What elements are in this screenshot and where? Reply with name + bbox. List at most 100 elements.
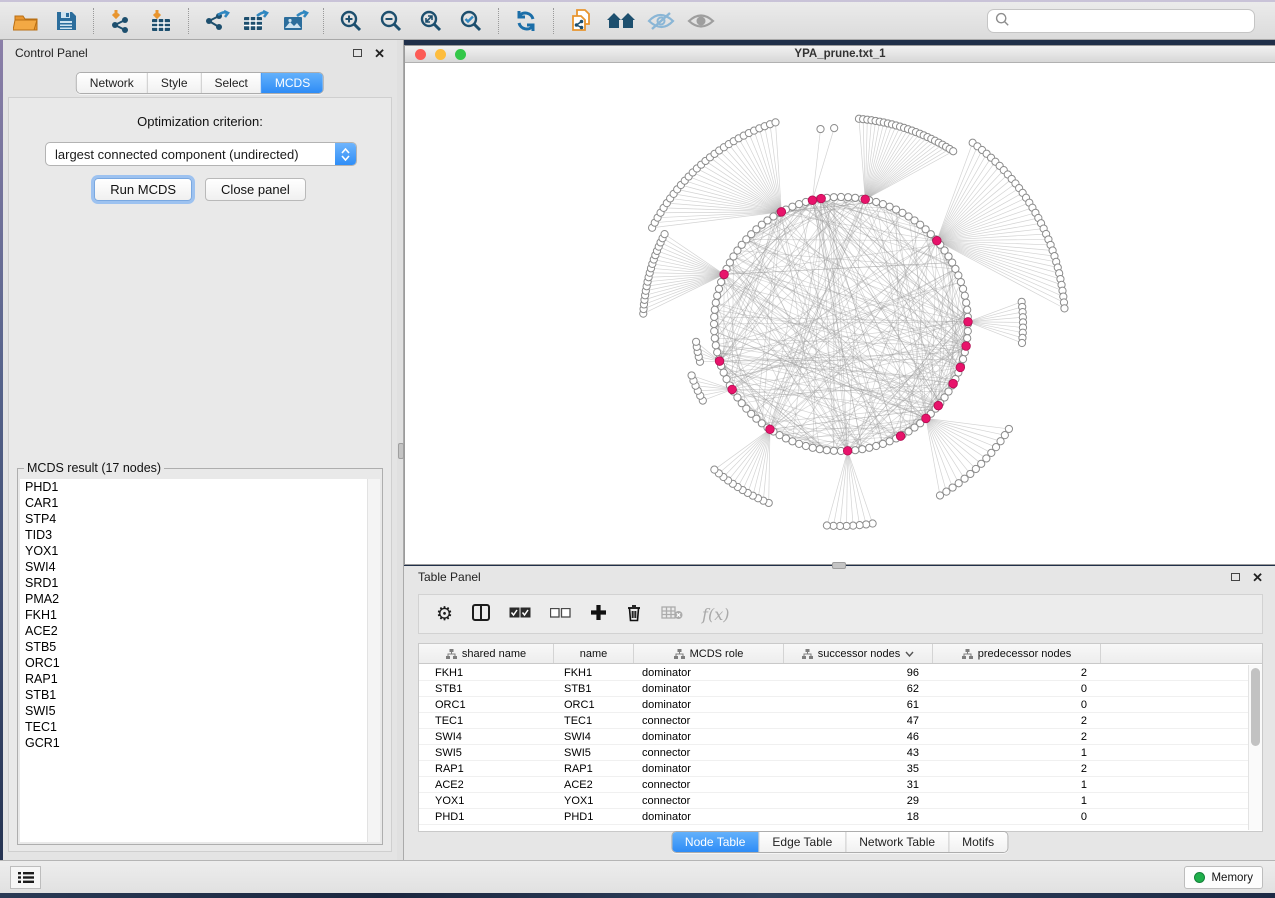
- column-header-label: MCDS role: [690, 648, 744, 660]
- zoom-selected-icon[interactable]: [451, 5, 491, 37]
- close-panel-button[interactable]: Close panel: [205, 178, 306, 201]
- search-field[interactable]: [987, 9, 1255, 33]
- table-cell: 31: [784, 779, 933, 791]
- optimization-criterion-select[interactable]: largest connected component (undirected): [45, 142, 357, 166]
- table-cell: ACE2: [554, 779, 634, 791]
- column-header-successor-nodes[interactable]: successor nodes: [784, 644, 933, 663]
- table-row[interactable]: STB1STB1dominator620: [419, 681, 1248, 697]
- result-node-item[interactable]: RAP1: [20, 671, 380, 687]
- network-window-titlebar[interactable]: YPA_prune.txt_1: [405, 46, 1275, 63]
- result-node-item[interactable]: GCR1: [20, 735, 380, 751]
- result-node-item[interactable]: CAR1: [20, 495, 380, 511]
- node-table[interactable]: shared name name MCDS role successor nodesp…: [418, 643, 1263, 832]
- export-image-icon[interactable]: [276, 5, 316, 37]
- save-session-icon[interactable]: [46, 5, 86, 37]
- table-cell: 2: [933, 763, 1101, 775]
- column-header-label: name: [580, 648, 608, 660]
- tab-style[interactable]: Style: [147, 73, 201, 93]
- show-all-icon[interactable]: [681, 5, 721, 37]
- result-node-item[interactable]: STB5: [20, 639, 380, 655]
- column-header-name[interactable]: name: [554, 644, 634, 663]
- run-mcds-button[interactable]: Run MCDS: [94, 178, 192, 201]
- export-table-icon[interactable]: [236, 5, 276, 37]
- result-node-item[interactable]: ORC1: [20, 655, 380, 671]
- result-list-scrollbar[interactable]: [367, 479, 380, 842]
- first-neighbors-icon[interactable]: [601, 5, 641, 37]
- result-node-item[interactable]: SWI4: [20, 559, 380, 575]
- column-visibility-icon[interactable]: [472, 604, 490, 624]
- refresh-view-icon[interactable]: [506, 5, 546, 37]
- mcds-button-row: Run MCDS Close panel: [9, 178, 391, 201]
- horizontal-splitter-handle[interactable]: [832, 562, 846, 569]
- table-row[interactable]: PHD1PHD1dominator180: [419, 809, 1248, 825]
- column-header-predecessor-nodes[interactable]: predecessor nodes: [933, 644, 1101, 663]
- zoom-out-icon[interactable]: [371, 5, 411, 37]
- result-node-item[interactable]: FKH1: [20, 607, 380, 623]
- table-row[interactable]: RAP1RAP1dominator352: [419, 761, 1248, 777]
- import-network-icon[interactable]: [101, 5, 141, 37]
- close-panel-icon[interactable]: ✕: [1252, 571, 1263, 584]
- task-history-button[interactable]: [10, 866, 41, 889]
- zoom-fit-icon[interactable]: [411, 5, 451, 37]
- import-table-icon[interactable]: [141, 5, 181, 37]
- close-panel-icon[interactable]: ✕: [374, 47, 385, 60]
- table-cell: PHD1: [554, 811, 634, 823]
- search-input[interactable]: [1010, 13, 1247, 29]
- table-row[interactable]: TEC1TEC1connector472: [419, 713, 1248, 729]
- table-cell: STB1: [554, 683, 634, 695]
- tab-node-table[interactable]: Node Table: [672, 832, 759, 852]
- open-file-icon[interactable]: [6, 5, 46, 37]
- column-header-shared-name[interactable]: shared name: [419, 644, 554, 663]
- network-graph-canvas[interactable]: [405, 63, 1274, 564]
- scrollbar-thumb[interactable]: [1251, 668, 1260, 746]
- table-row[interactable]: FKH1FKH1dominator962: [419, 665, 1248, 681]
- table-cell: ORC1: [554, 699, 634, 711]
- copy-network-icon[interactable]: [561, 5, 601, 37]
- result-node-item[interactable]: YOX1: [20, 543, 380, 559]
- deselect-all-rows-icon[interactable]: [550, 607, 571, 621]
- memory-button[interactable]: Memory: [1184, 866, 1263, 889]
- table-settings-icon[interactable]: ⚙: [436, 605, 453, 624]
- table-row[interactable]: SWI5SWI5connector431: [419, 745, 1248, 761]
- export-network-icon[interactable]: [196, 5, 236, 37]
- result-node-item[interactable]: STP4: [20, 511, 380, 527]
- minimize-window-icon[interactable]: [435, 49, 446, 60]
- tab-network-table[interactable]: Network Table: [845, 832, 948, 852]
- float-window-icon[interactable]: [1231, 573, 1240, 581]
- table-row[interactable]: ACE2ACE2connector311: [419, 777, 1248, 793]
- result-node-item[interactable]: SRD1: [20, 575, 380, 591]
- tab-network[interactable]: Network: [77, 73, 147, 93]
- table-row[interactable]: YOX1YOX1connector291: [419, 793, 1248, 809]
- table-cell: TEC1: [419, 715, 554, 727]
- tab-select[interactable]: Select: [201, 73, 261, 93]
- table-panel-tabbar: Node TableEdge TableNetwork TableMotifs: [671, 831, 1008, 853]
- result-node-item[interactable]: STB1: [20, 687, 380, 703]
- result-node-item[interactable]: TID3: [20, 527, 380, 543]
- add-column-icon[interactable]: [590, 604, 607, 624]
- result-node-item[interactable]: SWI5: [20, 703, 380, 719]
- close-window-icon[interactable]: [415, 49, 426, 60]
- column-attribute-icon: [962, 649, 973, 659]
- tab-edge-table[interactable]: Edge Table: [758, 832, 845, 852]
- function-builder-icon[interactable]: f(x): [702, 605, 729, 624]
- float-window-icon[interactable]: [353, 49, 362, 57]
- column-header-MCDS-role[interactable]: MCDS role: [634, 644, 784, 663]
- zoom-in-icon[interactable]: [331, 5, 371, 37]
- maximize-window-icon[interactable]: [455, 49, 466, 60]
- delete-column-icon[interactable]: [626, 604, 642, 625]
- select-all-rows-icon[interactable]: [509, 607, 531, 621]
- result-node-item[interactable]: ACE2: [20, 623, 380, 639]
- tab-motifs[interactable]: Motifs: [948, 832, 1007, 852]
- table-row[interactable]: SWI4SWI4dominator462: [419, 729, 1248, 745]
- tab-mcds[interactable]: MCDS: [261, 73, 323, 93]
- hide-selected-icon[interactable]: [641, 5, 681, 37]
- mcds-result-list[interactable]: PHD1CAR1STP4TID3YOX1SWI4SRD1PMA2FKH1ACE2…: [20, 479, 380, 842]
- delete-table-icon[interactable]: [661, 606, 683, 623]
- node-table-scrollbar[interactable]: [1248, 665, 1262, 830]
- result-node-item[interactable]: PHD1: [20, 479, 380, 495]
- result-node-item[interactable]: TEC1: [20, 719, 380, 735]
- table-row[interactable]: ORC1ORC1dominator610: [419, 697, 1248, 713]
- network-view-window[interactable]: YPA_prune.txt_1: [404, 45, 1275, 565]
- result-node-item[interactable]: PMA2: [20, 591, 380, 607]
- control-panel-header: Control Panel ✕: [3, 40, 397, 66]
